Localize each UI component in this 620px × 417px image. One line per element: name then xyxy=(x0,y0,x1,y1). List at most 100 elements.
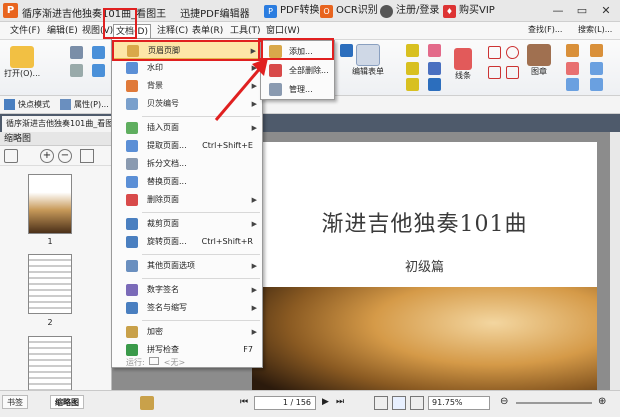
polygon-icon[interactable] xyxy=(488,66,501,79)
menu-form[interactable]: 表单(R) xyxy=(190,24,225,38)
first-page-button[interactable]: ⏮ xyxy=(240,397,248,407)
status-bar: 书签 缩略图 ⏮ 1 / 156 ▶ ⏭ 91.75% ⊖ ⊕ xyxy=(0,390,620,417)
polyline-icon[interactable] xyxy=(506,66,519,79)
vertical-scrollbar[interactable] xyxy=(610,132,620,390)
menu-tools[interactable]: 工具(T) xyxy=(228,24,263,38)
print-icon[interactable] xyxy=(70,64,83,77)
settings-icon[interactable] xyxy=(140,396,154,410)
last-page-button[interactable]: ⏭ xyxy=(336,397,344,407)
submenu-delete-all[interactable]: 全部删除... xyxy=(262,62,333,79)
menu-item-crop-pages[interactable]: 裁剪页面 ▶ xyxy=(113,215,261,233)
document-tab-bar: 循序渐进吉他独奏101曲_看图王 xyxy=(0,114,620,132)
zoom-select[interactable]: 91.75% xyxy=(428,396,490,410)
menu-item-extract-pages[interactable]: 提取页面... Ctrl+Shift+E xyxy=(113,137,261,155)
thumbnail-size-icon[interactable] xyxy=(80,149,94,163)
zoom-slider[interactable] xyxy=(516,402,592,404)
menu-item-bates-numbering[interactable]: 贝茨编号 ▶ xyxy=(113,95,261,113)
text-box-icon[interactable] xyxy=(406,44,419,57)
document-subtitle: 初级篇 xyxy=(404,260,444,275)
spell-check-icon xyxy=(126,344,138,356)
close-button[interactable]: ✕ xyxy=(596,2,616,19)
menu-separator xyxy=(142,254,260,255)
menu-item-encrypt[interactable]: 加密 ▶ xyxy=(113,323,261,341)
ellipse-icon[interactable] xyxy=(506,46,519,59)
menu-item-sign-initials[interactable]: 签名与缩写 ▶ xyxy=(113,299,261,317)
run-action-row: 运行: <无> xyxy=(126,357,186,367)
zoom-out-button[interactable]: ⊖ xyxy=(500,396,508,407)
login-button[interactable]: 注册/登录 xyxy=(380,3,439,19)
fit-page-icon[interactable] xyxy=(374,396,388,410)
menu-item-rotate-pages[interactable]: 旋转页面... Ctrl+Shift+R xyxy=(113,233,261,251)
document-tab[interactable]: 循序渐进吉他独奏101曲_看图王 xyxy=(2,116,112,132)
menu-edit[interactable]: 编辑(E) xyxy=(45,24,80,38)
thumbnails-tab[interactable]: 缩略图 xyxy=(50,395,84,409)
page-thumbnail-2[interactable] xyxy=(28,254,72,314)
sound-icon[interactable] xyxy=(428,78,441,91)
menu-view[interactable]: 视图(V) xyxy=(80,24,115,38)
digital-signature-icon xyxy=(126,284,138,296)
rectangle-icon[interactable] xyxy=(488,46,501,59)
thumbnail-pane: 缩略图 + − 1 2 xyxy=(0,132,112,396)
rotate-icon xyxy=(126,236,138,248)
next-page-button[interactable]: ▶ xyxy=(322,397,329,407)
menu-item-other-page-options[interactable]: 其他页面选项 ▶ xyxy=(113,257,261,275)
menu-comment[interactable]: 注释(C) xyxy=(155,24,190,38)
bookmarks-tab[interactable]: 书签 xyxy=(2,395,28,409)
snapshot-mode-button[interactable]: 快点模式 xyxy=(4,99,50,110)
zoom-in-button[interactable]: ⊕ xyxy=(598,396,606,407)
document-title: 渐进吉他独奏101曲 xyxy=(321,212,528,237)
open-button[interactable]: 打开(O)... xyxy=(4,46,40,79)
crop-icon xyxy=(126,218,138,230)
pdf-convert-button[interactable]: P PDF转换 xyxy=(264,3,319,19)
pdf-convert-icon: P xyxy=(264,4,277,18)
text-frame-icon[interactable] xyxy=(406,62,419,75)
menu-item-insert-pages[interactable]: 插入页面 ▶ xyxy=(113,119,261,137)
line-tool-button[interactable]: 线条 xyxy=(454,48,472,81)
submenu-manage[interactable]: 管理... xyxy=(262,81,333,98)
window-title: 循序渐进吉他独奏101曲_看图王 迅捷PDF编辑器 xyxy=(22,9,250,20)
menu-item-replace-pages[interactable]: 替换页面... xyxy=(113,173,261,191)
pencil-icon[interactable] xyxy=(566,44,579,57)
stamp-button[interactable]: 图章 xyxy=(527,44,551,77)
minimize-button[interactable]: — xyxy=(548,2,568,19)
find-button[interactable]: 查找(F)... xyxy=(528,24,562,35)
note-icon[interactable] xyxy=(428,44,441,57)
menu-item-digital-signature[interactable]: 数字签名 ▶ xyxy=(113,281,261,299)
measure-icon[interactable] xyxy=(590,62,603,75)
highlighter-icon[interactable] xyxy=(590,44,603,57)
page-thumbnail-1[interactable] xyxy=(28,174,72,234)
menu-item-delete-pages[interactable]: 删除页面 ▶ xyxy=(113,191,261,209)
callout-icon[interactable] xyxy=(406,78,419,91)
menu-window[interactable]: 窗口(W) xyxy=(264,24,302,38)
menu-item-header-footer[interactable]: 页眉页脚 ▶ xyxy=(113,41,261,59)
menu-item-split-document[interactable]: 拆分文档... xyxy=(113,155,261,173)
properties-button[interactable]: 属性(P)... xyxy=(60,99,109,110)
page-number-input[interactable]: 1 / 156 xyxy=(254,396,316,410)
undo-icon[interactable] xyxy=(92,46,105,59)
zoom-in-icon[interactable]: + xyxy=(40,149,54,163)
page-options-icon xyxy=(126,260,138,272)
search-button[interactable]: 搜索(L)... xyxy=(578,24,612,35)
attach-icon[interactable] xyxy=(428,62,441,75)
two-page-icon[interactable] xyxy=(410,396,424,410)
ocr-button[interactable]: O OCR识别 xyxy=(320,3,378,19)
eraser-icon[interactable] xyxy=(566,62,579,75)
maximize-button[interactable]: ▭ xyxy=(572,2,592,19)
menu-item-background[interactable]: 背景 ▶ xyxy=(113,77,261,95)
distance-icon[interactable] xyxy=(590,78,603,91)
thumbnail-options-icon[interactable] xyxy=(4,149,18,163)
save-icon[interactable] xyxy=(70,46,83,59)
menu-file[interactable]: 文件(F) xyxy=(8,24,42,38)
menu-item-watermark[interactable]: 水印 ▶ xyxy=(113,59,261,77)
submenu-add[interactable]: 添加... xyxy=(262,43,333,60)
vip-button[interactable]: ♦ 购买VIP xyxy=(443,3,495,19)
split-document-icon xyxy=(126,158,138,170)
page-thumbnail-3[interactable] xyxy=(28,336,72,392)
zoom-out-icon[interactable]: − xyxy=(58,149,72,163)
menu-document[interactable]: 文档(D) xyxy=(113,24,151,38)
single-page-icon[interactable] xyxy=(392,396,406,410)
edit-form-button[interactable]: 编辑表单 xyxy=(352,44,384,77)
area-icon[interactable] xyxy=(566,78,579,91)
redo-icon[interactable] xyxy=(92,64,105,77)
add-header-icon xyxy=(269,45,282,58)
